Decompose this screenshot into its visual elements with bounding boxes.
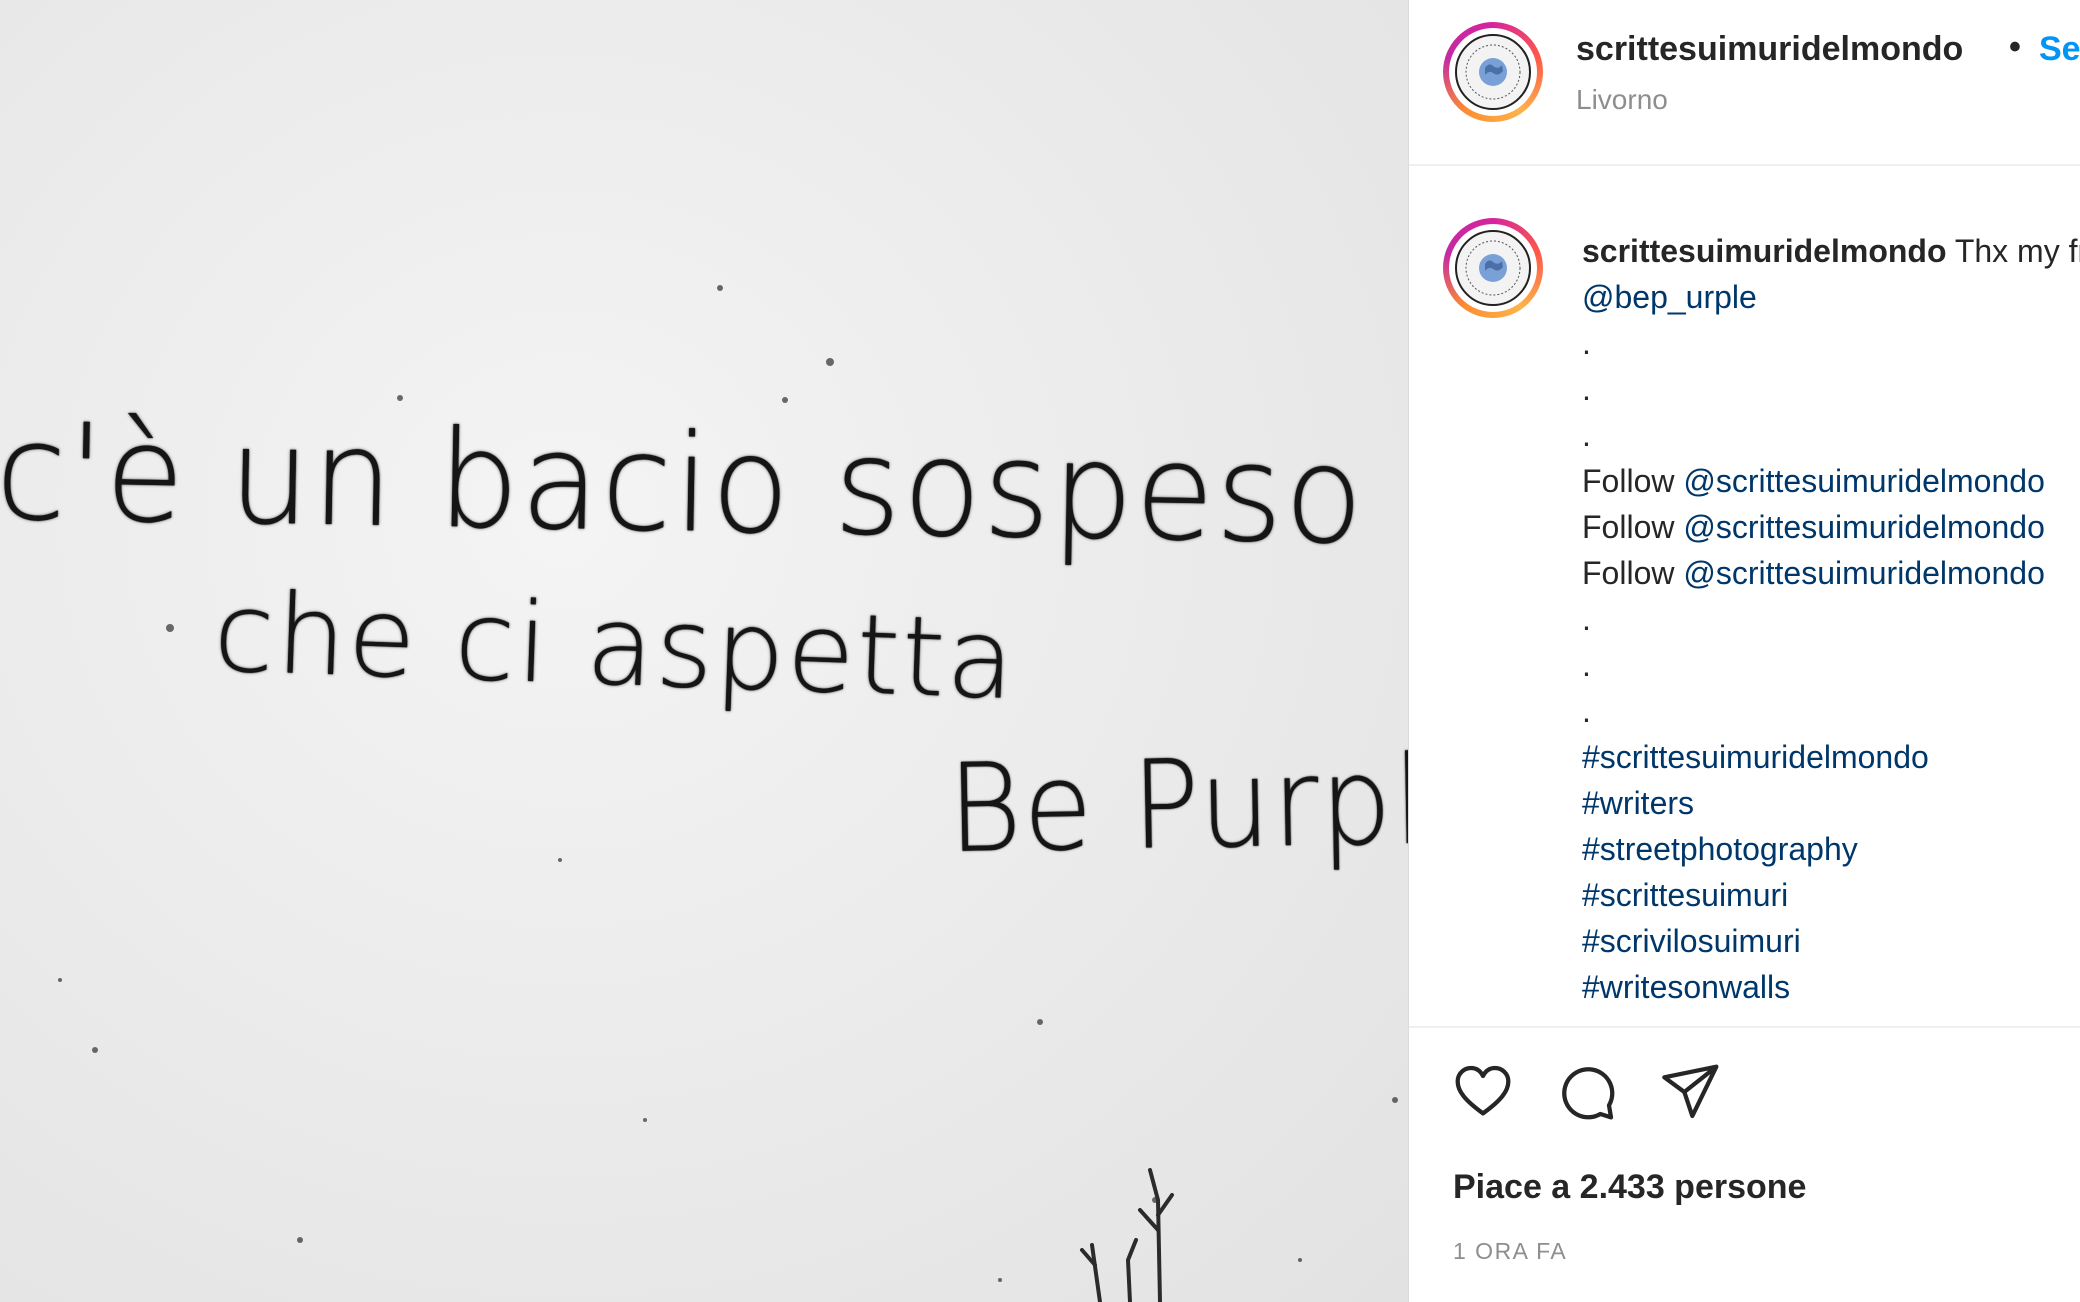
hashtag-link[interactable]: #scrittesuimuri	[1582, 872, 1788, 918]
globe-logo-icon	[1455, 230, 1531, 306]
post-details-panel: scrittesuimuridelmondo • Segui Livorno s…	[1408, 0, 2080, 1302]
globe-logo-svg	[1465, 240, 1521, 296]
caption-line: Follow @scrittesuimuridelmondo	[1582, 550, 2045, 596]
avatar[interactable]	[1443, 22, 1543, 122]
hashtag-link[interactable]: #scrivilosuimuri	[1582, 918, 1801, 964]
header-separator: •	[2009, 28, 2021, 66]
caption-username[interactable]: scrittesuimuridelmondo	[1582, 233, 1947, 269]
caption-first-line: scrittesuimuridelmondo Thx my friend	[1582, 228, 2080, 274]
hashtag-link[interactable]: #writers	[1582, 780, 1694, 826]
hashtag-link[interactable]: #streetphotography	[1582, 826, 1858, 872]
mention-link[interactable]: @scrittesuimuridelmondo	[1683, 463, 2045, 499]
location-link[interactable]: Livorno	[1576, 84, 1668, 116]
mention-link[interactable]: @scrittesuimuridelmondo	[1683, 509, 2045, 545]
caption-line: .	[1582, 601, 1591, 637]
follow-button[interactable]: Segui	[2039, 30, 2080, 69]
post-header: scrittesuimuridelmondo • Segui Livorno	[1409, 0, 2080, 166]
heart-icon[interactable]	[1451, 1060, 1515, 1124]
caption-line: .	[1582, 693, 1591, 729]
caption-avatar[interactable]	[1443, 218, 1543, 318]
header-username[interactable]: scrittesuimuridelmondo	[1576, 30, 1963, 69]
post-photo[interactable]: c'è un bacio sospeso che ci aspetta Be P…	[0, 0, 1408, 1302]
action-bar	[1409, 1060, 2080, 1130]
caption-line: .	[1582, 647, 1591, 683]
graffiti-line-1: c'è un bacio sospeso	[0, 394, 1367, 575]
post-timestamp[interactable]: 1 ORA FA	[1453, 1238, 1567, 1265]
globe-logo-svg	[1465, 44, 1521, 100]
caption: scrittesuimuridelmondo Thx my friend @be…	[1409, 166, 2080, 1026]
caption-line: .	[1582, 417, 1591, 453]
caption-text: Thx my friend	[1954, 233, 2080, 269]
caption-line: .	[1582, 325, 1591, 361]
graffiti-signature: Be Purple	[946, 728, 1408, 880]
follow-prefix: Follow	[1582, 555, 1684, 591]
section-divider	[1409, 1026, 2080, 1028]
follow-prefix: Follow	[1582, 463, 1684, 499]
send-icon[interactable]	[1659, 1060, 1723, 1124]
follow-prefix: Follow	[1582, 509, 1684, 545]
hashtag-link[interactable]: #writesonwalls	[1582, 964, 1790, 1010]
comment-icon[interactable]	[1555, 1060, 1619, 1124]
globe-logo-icon	[1455, 34, 1531, 110]
mention-link[interactable]: @bep_urple	[1582, 279, 1757, 315]
caption-line: Follow @scrittesuimuridelmondo	[1582, 458, 2045, 504]
likes-count[interactable]: Piace a 2.433 persone	[1453, 1168, 1806, 1207]
caption-line: .	[1582, 371, 1591, 407]
caption-line: @bep_urple	[1582, 274, 1757, 320]
caption-line: Follow @scrittesuimuridelmondo	[1582, 504, 2045, 550]
mention-link[interactable]: @scrittesuimuridelmondo	[1683, 555, 2045, 591]
instagram-post-view: c'è un bacio sospeso che ci aspetta Be P…	[0, 0, 2080, 1302]
hashtag-link[interactable]: #scrittesuimuridelmondo	[1582, 734, 1929, 780]
